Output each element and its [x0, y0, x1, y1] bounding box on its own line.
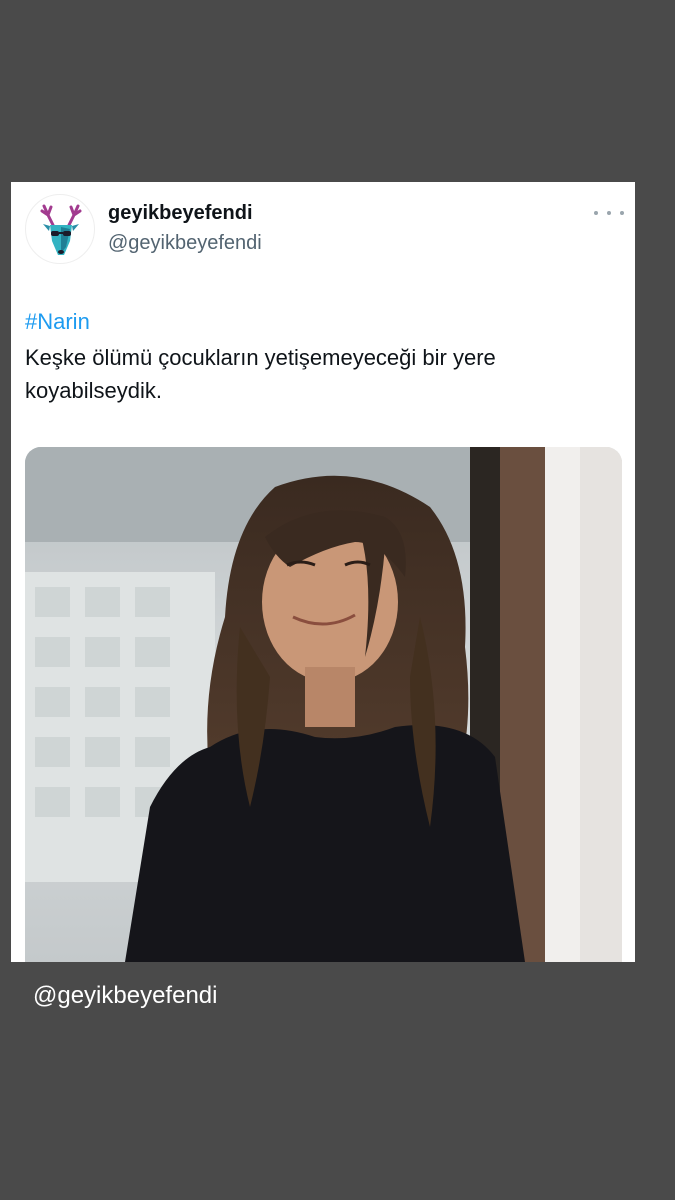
tweet-photo[interactable] — [25, 447, 622, 962]
author-handle[interactable]: @geyikbeyefendi — [108, 232, 262, 255]
more-dot — [607, 211, 611, 215]
story-screen: geyikbeyefendi @geyikbeyefendi #Narin Ke… — [0, 0, 675, 1200]
watermark-handle: @geyikbeyefendi — [33, 982, 218, 1009]
avatar-image — [40, 204, 82, 255]
tweet-text: Keşke ölümü çocukların yetişemeyeceği bi… — [25, 345, 496, 403]
more-dot — [594, 211, 598, 215]
more-dot — [620, 211, 624, 215]
author-display-name[interactable]: geyikbeyefendi — [108, 202, 253, 225]
photo-illustration — [25, 447, 622, 962]
deer-head-icon[interactable] — [25, 194, 95, 264]
ellipsis-icon[interactable] — [594, 203, 624, 223]
hashtag-link[interactable]: #Narin — [25, 309, 90, 335]
